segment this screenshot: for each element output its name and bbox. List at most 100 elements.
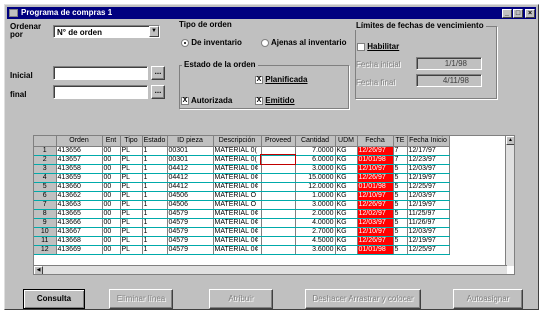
table-cell[interactable]: 12/19/97 — [407, 173, 450, 183]
table-cell[interactable]: 01/01/98 — [357, 155, 394, 165]
column-header[interactable]: Estado — [142, 136, 168, 147]
table-cell[interactable]: 12/17/97 — [407, 146, 450, 156]
table-cell[interactable]: 5 — [393, 182, 408, 192]
table-cell[interactable]: 00 — [102, 191, 121, 201]
auto-assign-button[interactable]: Autoasignar — [453, 289, 523, 309]
table-cell[interactable]: 00 — [102, 200, 121, 210]
maximize-button[interactable]: □ — [513, 9, 523, 18]
table-cell[interactable]: PL — [120, 182, 143, 192]
close-button[interactable]: × — [525, 9, 535, 18]
table-cell[interactable]: MATERIAL O — [213, 200, 262, 210]
table-cell[interactable] — [261, 245, 296, 255]
table-cell[interactable]: PL — [120, 200, 143, 210]
table-cell[interactable]: MATERIAL 0¢ — [213, 218, 262, 228]
table-cell[interactable]: 12/23/97 — [407, 155, 450, 165]
table-cell[interactable]: 04506 — [167, 191, 214, 201]
table-cell[interactable]: 5 — [393, 245, 408, 255]
final-input[interactable] — [53, 85, 148, 99]
table-row[interactable]: 8 413665 00 PL 1 04579 MATERIAL 0¢ 2.0000 KG 12/0… — [34, 209, 450, 219]
table-cell[interactable]: 12/26/97 — [357, 173, 394, 183]
table-cell[interactable]: 1 — [142, 236, 168, 246]
table-row[interactable]: 2 413657 00 PL 1 00301 MATERIAL 0(6.0000 KG 01/0… — [34, 154, 450, 165]
table-cell[interactable]: KG — [335, 191, 358, 201]
table-cell[interactable]: 04579 — [167, 218, 214, 228]
column-header[interactable]: Ent — [102, 136, 121, 147]
minimize-button[interactable]: _ — [502, 9, 512, 18]
table-cell[interactable]: KG — [335, 227, 358, 237]
table-cell[interactable]: 5 — [393, 209, 408, 219]
table-cell[interactable]: 3.0000 — [295, 200, 336, 210]
table-cell[interactable]: 7 — [393, 155, 408, 165]
enable-checkbox[interactable]: Habilitar — [357, 42, 399, 51]
table-cell[interactable]: 413657 — [56, 155, 103, 165]
table-cell[interactable]: PL — [120, 146, 143, 156]
table-cell[interactable]: 12/26/97 — [357, 200, 394, 210]
table-cell[interactable]: 12/26/97 — [357, 236, 394, 246]
table-cell[interactable]: MATERIAL 0¢ — [213, 182, 262, 192]
table-cell[interactable]: 7.0000 — [295, 146, 336, 156]
table-cell[interactable]: 00 — [102, 146, 121, 156]
column-header[interactable]: TE — [393, 136, 408, 147]
table-cell[interactable]: 00301 — [167, 155, 214, 165]
start-date-field[interactable]: 1/1/98 — [416, 57, 482, 70]
table-cell[interactable]: 00 — [102, 182, 121, 192]
table-cell[interactable]: 3.0000 — [295, 164, 336, 174]
table-cell[interactable]: 4.5000 — [295, 236, 336, 246]
table-cell[interactable]: 00 — [102, 173, 121, 183]
table-cell[interactable]: MATERIAL 0¢ — [213, 164, 262, 174]
table-cell[interactable]: 5 — [393, 173, 408, 183]
table-cell[interactable]: 12/10/97 — [357, 164, 394, 174]
table-cell[interactable]: 12/26/97 — [357, 146, 394, 156]
table-cell[interactable]: PL — [120, 209, 143, 219]
table-cell[interactable]: 1 — [142, 155, 168, 165]
scroll-up-icon[interactable]: ▲ — [506, 136, 514, 145]
table-cell[interactable]: 00 — [102, 155, 121, 165]
table-cell[interactable]: 413668 — [56, 236, 103, 246]
table-cell[interactable]: 00 — [102, 236, 121, 246]
table-cell[interactable]: 413669 — [56, 245, 103, 255]
table-cell[interactable]: 12/03/97 — [407, 227, 450, 237]
table-cell[interactable]: 413666 — [56, 218, 103, 228]
table-cell[interactable]: KG — [335, 200, 358, 210]
table-cell[interactable]: KG — [335, 173, 358, 183]
table-cell[interactable]: 04412 — [167, 182, 214, 192]
table-cell[interactable]: 04412 — [167, 164, 214, 174]
table-cell[interactable]: 00 — [102, 245, 121, 255]
table-cell[interactable]: KG — [335, 236, 358, 246]
issued-checkbox[interactable]: X Emitido — [255, 96, 295, 105]
table-row[interactable]: 7 413663 00 PL 1 04506 MATERIAL O 3.0000 KG 12/26… — [34, 200, 450, 210]
column-header[interactable]: Tipo — [120, 136, 143, 147]
table-cell[interactable] — [261, 164, 296, 174]
table-cell[interactable]: 12/10/97 — [357, 191, 394, 201]
table-cell[interactable]: 01/01/98 — [357, 245, 394, 255]
query-button[interactable]: Consulta — [23, 289, 85, 309]
table-cell[interactable] — [261, 227, 296, 237]
table-cell[interactable]: KG — [335, 155, 358, 165]
table-cell[interactable]: 1.0000 — [295, 191, 336, 201]
table-cell[interactable]: 11/25/97 — [407, 209, 450, 219]
column-header[interactable]: Fecha — [357, 136, 394, 147]
table-cell[interactable] — [261, 200, 296, 210]
authorized-checkbox[interactable]: X Autorizada — [181, 96, 232, 105]
final-browse-button[interactable]: ... — [151, 85, 165, 99]
table-cell[interactable]: 1 — [142, 209, 168, 219]
table-cell[interactable] — [261, 191, 296, 201]
table-cell[interactable]: 2.7000 — [295, 227, 336, 237]
column-header[interactable]: Proveed — [261, 136, 296, 147]
sort-select[interactable]: N° de orden ▼ — [53, 25, 160, 38]
table-row[interactable]: 3 413658 00 PL 1 04412 MATERIAL 0¢ 3.0000 KG 12/1… — [34, 164, 450, 174]
table-cell[interactable] — [260, 154, 296, 165]
table-cell[interactable]: 1 — [142, 164, 168, 174]
table-cell[interactable]: 12.0000 — [295, 182, 336, 192]
table-cell[interactable]: 1 — [142, 173, 168, 183]
table-cell[interactable]: 5 — [393, 227, 408, 237]
table-cell[interactable]: KG — [335, 146, 358, 156]
vertical-scrollbar[interactable]: ▲ — [505, 136, 514, 266]
table-cell[interactable]: MATERIAL 0¢ — [213, 173, 262, 183]
table-cell[interactable]: PL — [120, 236, 143, 246]
table-cell[interactable]: 11/26/97 — [407, 218, 450, 228]
table-cell[interactable]: 00 — [102, 164, 121, 174]
table-cell[interactable]: 413667 — [56, 227, 103, 237]
table-cell[interactable]: 413659 — [56, 173, 103, 183]
table-cell[interactable]: 413656 — [56, 146, 103, 156]
